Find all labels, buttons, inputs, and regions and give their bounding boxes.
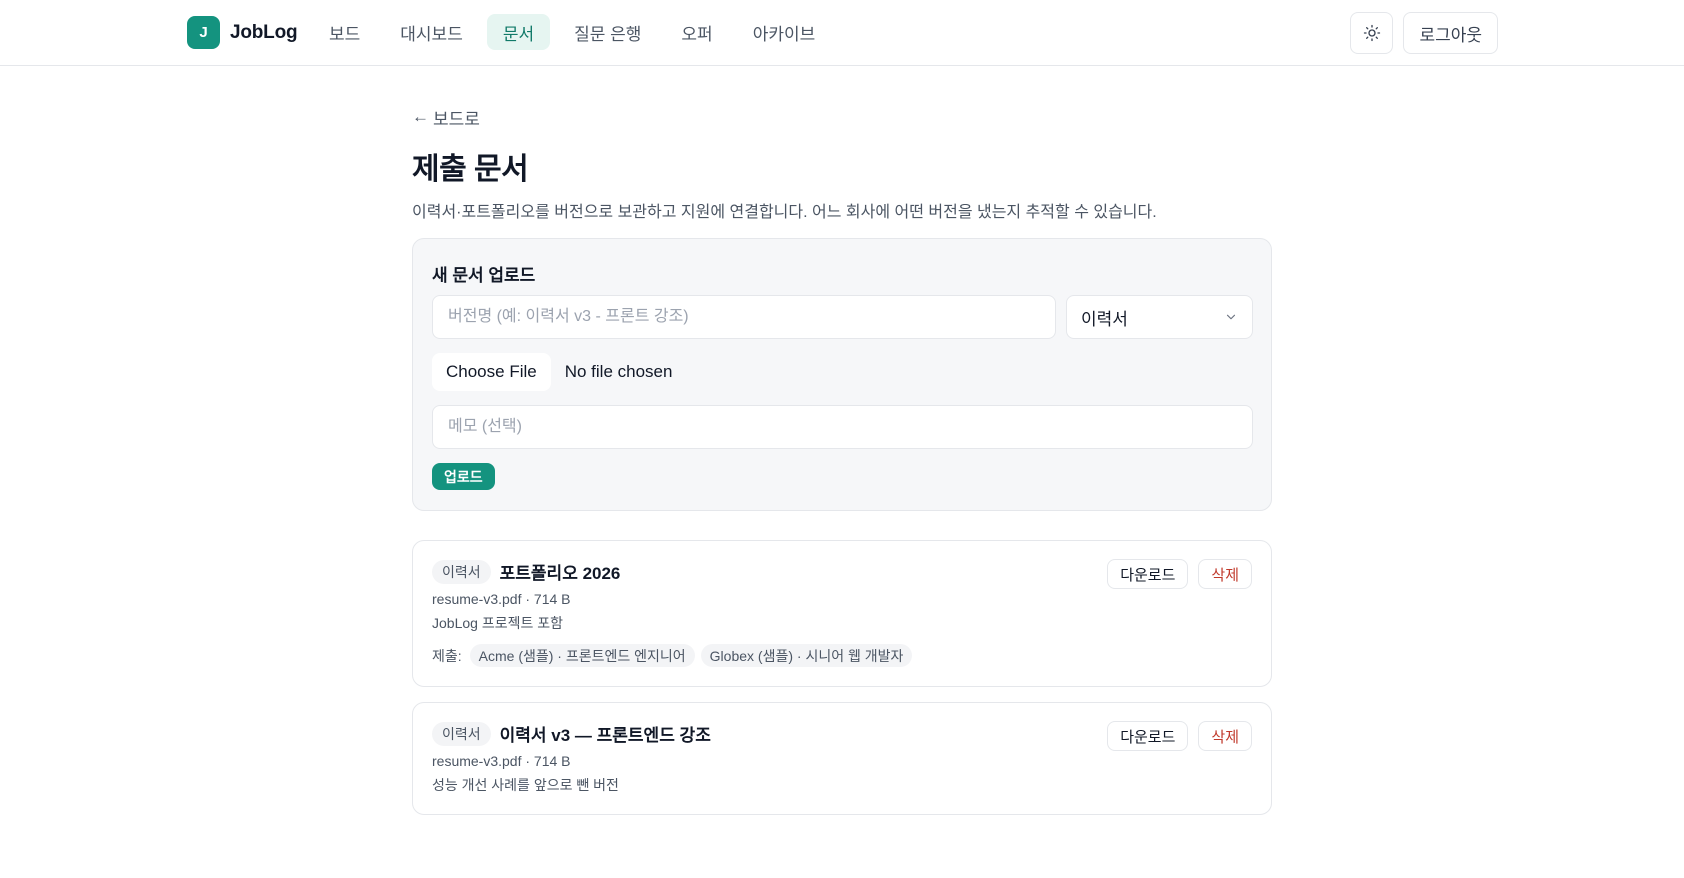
download-button[interactable]: 다운로드 — [1107, 559, 1189, 589]
nav-item-board[interactable]: 보드 — [313, 14, 376, 50]
delete-button[interactable]: 삭제 — [1198, 721, 1252, 751]
submission-list: 제출: Acme (샘플) · 프론트엔드 엔지니어 Globex (샘플) ·… — [432, 644, 913, 667]
submissions-label: 제출: — [432, 647, 462, 664]
document-actions: 다운로드 삭제 — [1107, 559, 1252, 589]
sun-icon — [1363, 24, 1381, 42]
submission-chip[interactable]: Acme (샘플) · 프론트엔드 엔지니어 — [469, 644, 695, 667]
nav-item-dashboard[interactable]: 대시보드 — [384, 14, 479, 50]
document-file-meta: resume-v3.pdf · 714 B — [432, 591, 571, 607]
page-title: 제출 문서 — [412, 153, 529, 186]
document-file-meta: resume-v3.pdf · 714 B — [432, 753, 571, 769]
app-name: JobLog — [230, 21, 298, 43]
logo-icon: J — [187, 16, 220, 49]
document-memo: JobLog 프로젝트 포함 — [432, 615, 563, 631]
document-type-value: 이력서 — [1081, 309, 1128, 329]
document-title: 포트폴리오 2026 — [499, 564, 621, 583]
header-actions: 로그아웃 — [1350, 12, 1498, 54]
nav-item-archive[interactable]: 아카이브 — [737, 14, 832, 50]
top-bar: J JobLog 보드 대시보드 문서 질문 은행 오퍼 아카이브 로그아웃 — [0, 0, 1684, 66]
document-type-badge: 이력서 — [432, 721, 491, 746]
file-picker: Choose File No file chosen — [432, 353, 672, 391]
upload-card: 새 문서 업로드 이력서 Choose File No file chosen … — [412, 238, 1272, 511]
main-nav: 보드 대시보드 문서 질문 은행 오퍼 아카이브 — [313, 14, 831, 50]
back-to-board-link[interactable]: ← 보드로 — [412, 104, 1272, 130]
nav-item-documents[interactable]: 문서 — [486, 14, 551, 50]
arrow-left-icon: ← — [412, 107, 429, 126]
document-card: 이력서 포트폴리오 2026 resume-v3.pdf · 714 B Job… — [412, 540, 1272, 687]
document-title: 이력서 v3 — 프론트엔드 강조 — [499, 726, 711, 745]
memo-input[interactable] — [432, 405, 1253, 449]
nav-item-offers[interactable]: 오퍼 — [665, 14, 728, 50]
delete-button[interactable]: 삭제 — [1198, 559, 1252, 589]
main-content: ← 보드로 제출 문서 이력서·포트폴리오를 버전으로 보관하고 지원에 연결합… — [412, 104, 1272, 815]
brand[interactable]: J JobLog — [187, 16, 298, 49]
document-actions: 다운로드 삭제 — [1107, 721, 1252, 751]
page-description: 이력서·포트폴리오를 버전으로 보관하고 지원에 연결합니다. 어느 회사에 어… — [412, 204, 1157, 221]
document-header: 이력서 이력서 v3 — 프론트엔드 강조 — [432, 721, 711, 746]
submission-chip[interactable]: Globex (샘플) · 시니어 웹 개발자 — [700, 644, 913, 667]
document-memo: 성능 개선 사례를 앞으로 뺀 버전 — [432, 777, 619, 793]
document-type-select[interactable]: 이력서 — [1066, 295, 1253, 339]
theme-toggle-button[interactable] — [1350, 12, 1394, 54]
upload-button[interactable]: 업로드 — [432, 463, 495, 490]
back-link-label: 보드로 — [433, 109, 480, 129]
choose-file-button[interactable]: Choose File — [432, 353, 551, 391]
document-type-badge: 이력서 — [432, 559, 491, 584]
document-card: 이력서 이력서 v3 — 프론트엔드 강조 resume-v3.pdf · 71… — [412, 702, 1272, 815]
nav-item-question-bank[interactable]: 질문 은행 — [558, 14, 657, 50]
chevron-down-icon — [1226, 314, 1236, 320]
version-name-input[interactable] — [432, 295, 1056, 339]
download-button[interactable]: 다운로드 — [1107, 721, 1189, 751]
upload-card-title: 새 문서 업로드 — [432, 266, 536, 285]
document-header: 이력서 포트폴리오 2026 — [432, 559, 620, 584]
file-status: No file chosen — [564, 362, 673, 381]
logout-button[interactable]: 로그아웃 — [1403, 12, 1498, 54]
